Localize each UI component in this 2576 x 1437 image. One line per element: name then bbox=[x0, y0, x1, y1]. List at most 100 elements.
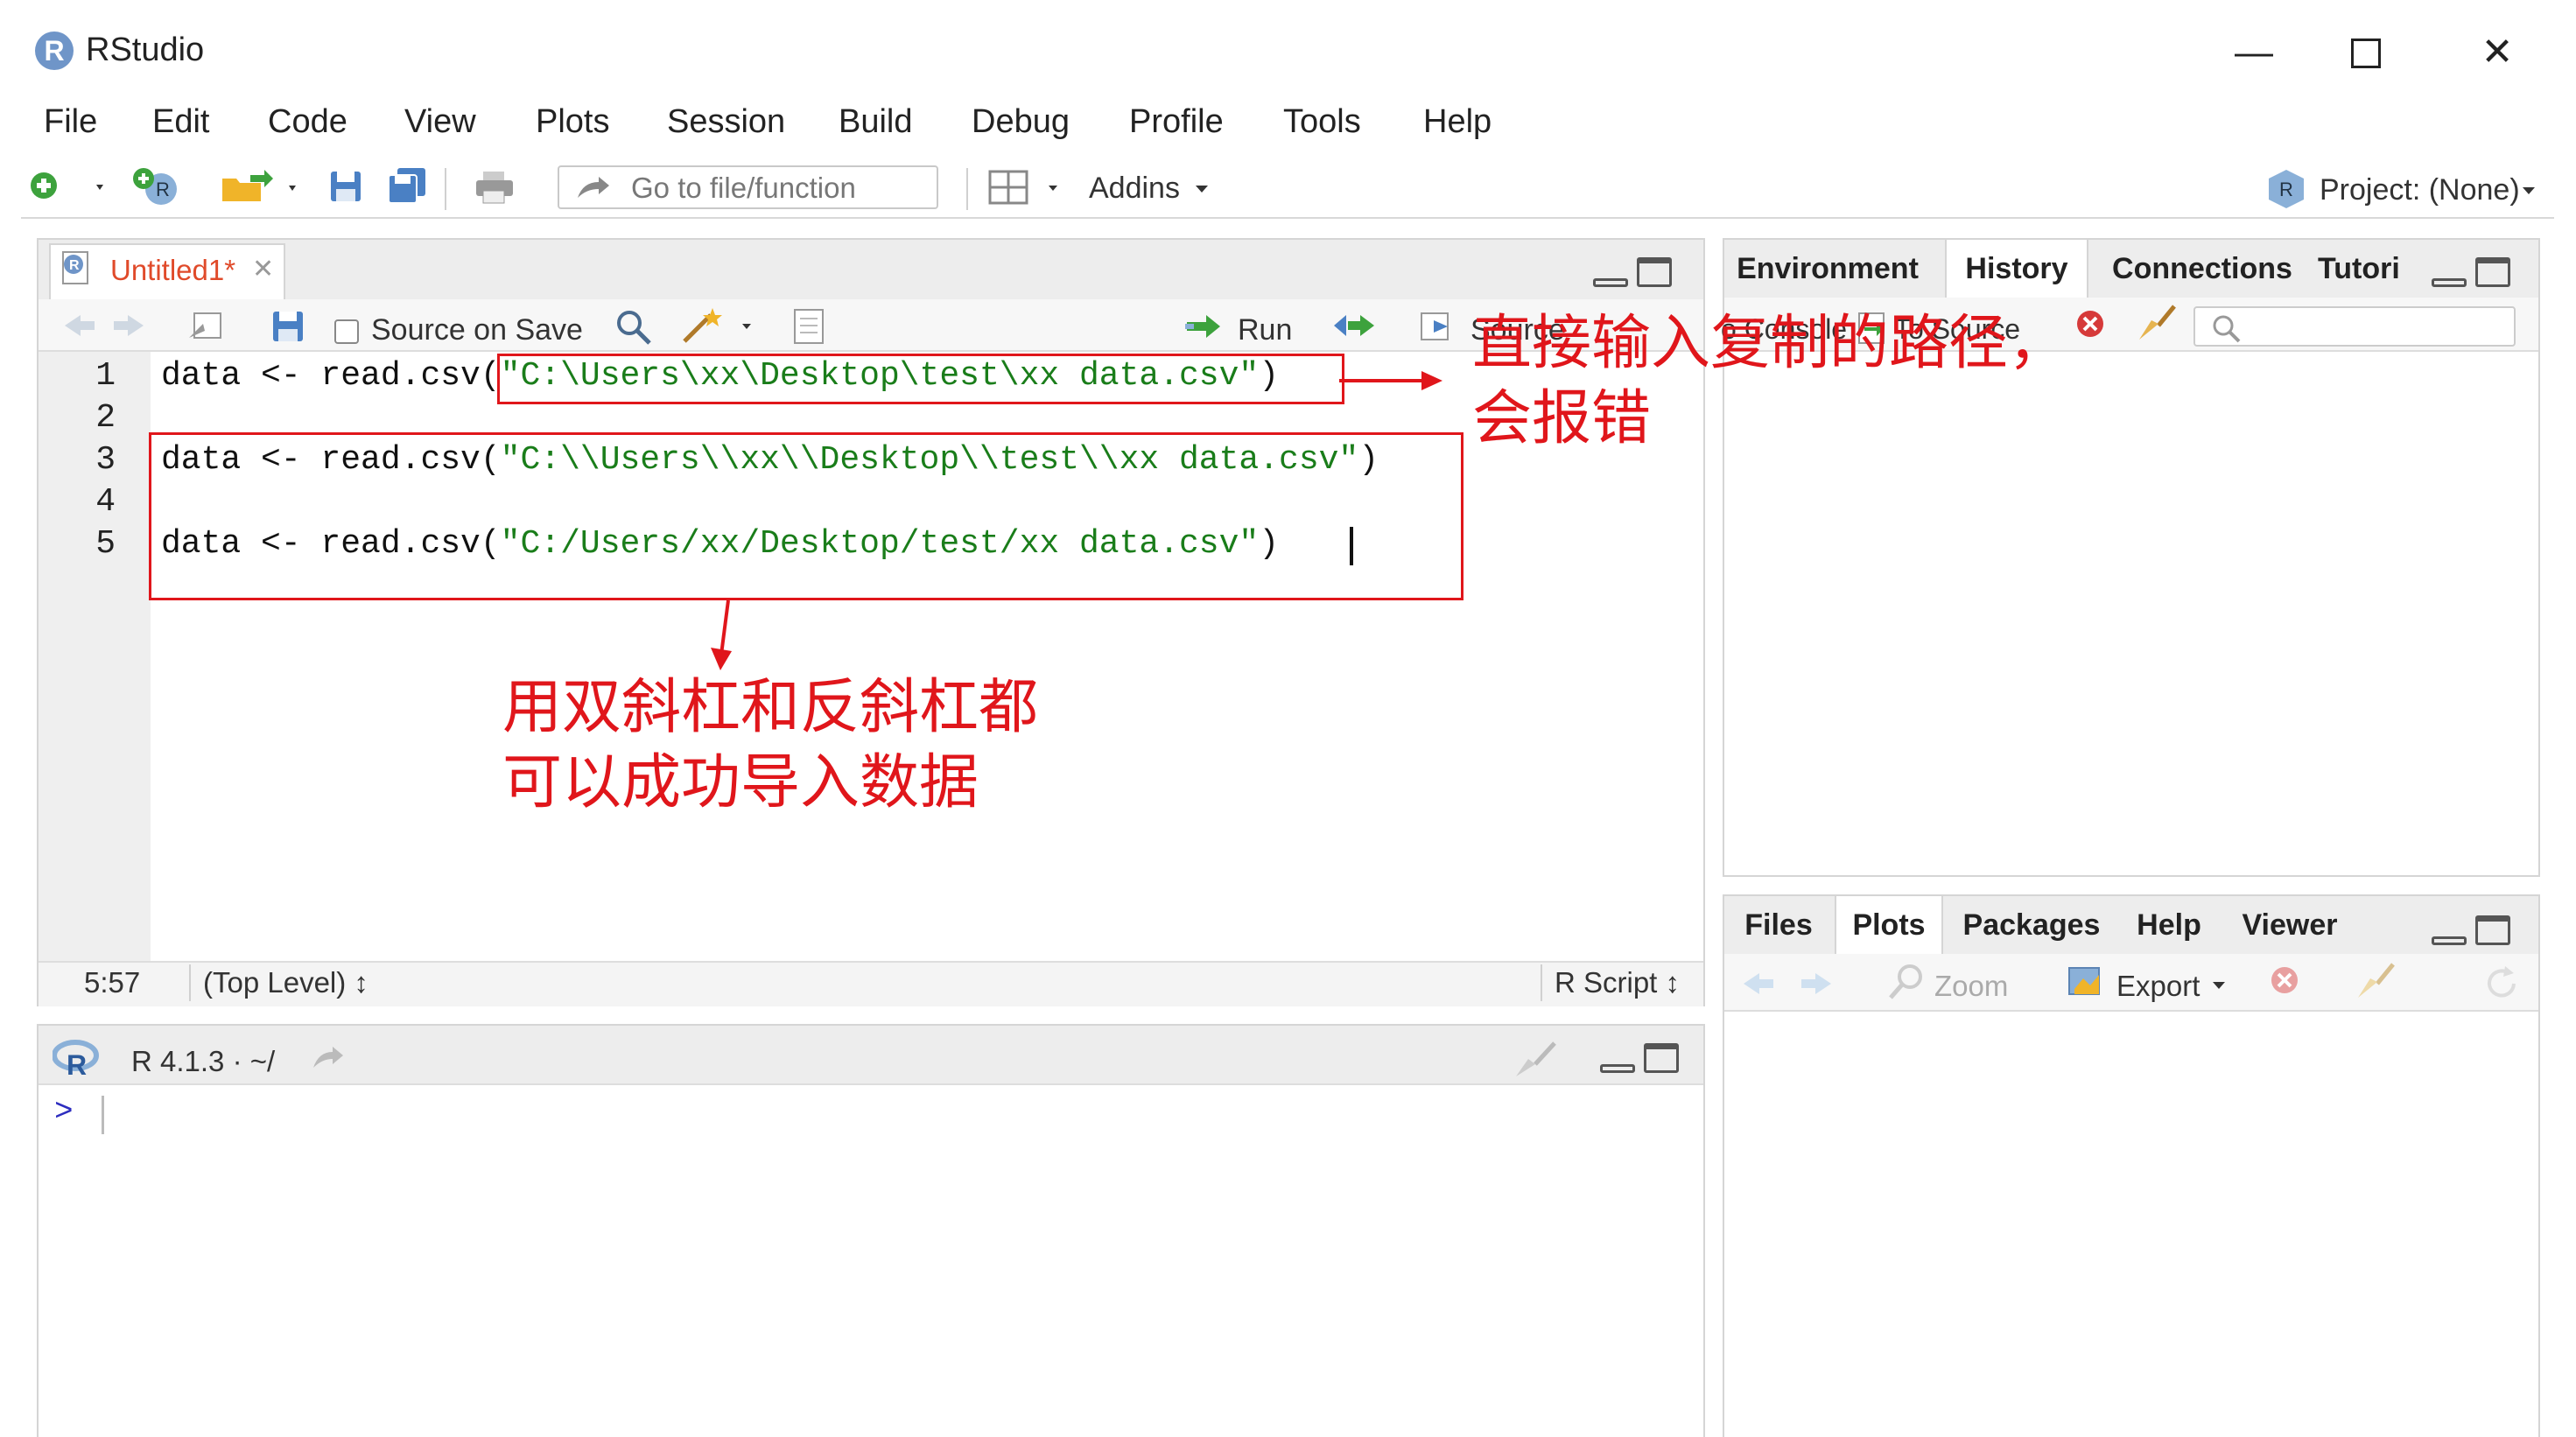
source-script-icon[interactable] bbox=[1418, 310, 1463, 343]
new-project-icon[interactable]: R bbox=[131, 166, 193, 208]
print-icon[interactable] bbox=[473, 168, 516, 207]
save-icon[interactable] bbox=[327, 168, 366, 207]
annotation-success-note: 用双斜杠和反斜杠都 可以成功导入数据 bbox=[502, 673, 1039, 817]
status-separator bbox=[1541, 964, 1542, 1001]
maximize-pane-icon[interactable] bbox=[1637, 257, 1672, 287]
r-version-label: R 4.1.3 · ~/ bbox=[131, 1045, 276, 1077]
chevron-down-icon bbox=[2523, 187, 2535, 194]
console-window-controls[interactable] bbox=[1600, 1043, 1684, 1076]
minimize-window-button[interactable]: — bbox=[2223, 26, 2285, 79]
console-pane bbox=[37, 1024, 1705, 1437]
back-forward-icon[interactable] bbox=[61, 312, 149, 341]
annotation-box-lines3-5 bbox=[149, 432, 1463, 600]
line-number: 1 bbox=[95, 357, 116, 395]
tab-history[interactable]: History bbox=[1945, 240, 2088, 298]
save-all-icon[interactable] bbox=[385, 165, 431, 208]
menu-debug[interactable]: Debug bbox=[972, 103, 1070, 141]
show-in-window-icon[interactable] bbox=[186, 308, 229, 343]
minimize-pane-icon[interactable] bbox=[1593, 278, 1628, 287]
clear-history-broom-icon[interactable] bbox=[2136, 303, 2181, 345]
new-file-icon[interactable] bbox=[26, 170, 105, 205]
tab-environment[interactable]: Environment bbox=[1726, 240, 1929, 298]
project-icon: R bbox=[2269, 170, 2304, 208]
pane-layout-icon[interactable] bbox=[987, 168, 1066, 207]
menu-tools[interactable]: Tools bbox=[1283, 103, 1361, 141]
menu-code[interactable]: Code bbox=[268, 103, 347, 141]
svg-text:R: R bbox=[69, 258, 80, 273]
minimize-pane-icon[interactable] bbox=[2432, 936, 2467, 945]
export-menu[interactable]: Export bbox=[2116, 970, 2200, 1003]
maximize-pane-icon[interactable] bbox=[2475, 257, 2510, 287]
tab-connections[interactable]: Connections bbox=[2101, 240, 2304, 298]
maximize-window-button[interactable] bbox=[2351, 39, 2381, 68]
console-prompt: > bbox=[54, 1094, 74, 1130]
svg-text:R: R bbox=[2279, 179, 2293, 200]
annotation-box-line1 bbox=[497, 354, 1344, 404]
search-icon[interactable] bbox=[614, 308, 653, 347]
menu-plots[interactable]: Plots bbox=[536, 103, 609, 141]
run-icon[interactable] bbox=[1185, 312, 1236, 341]
toolbar-separator bbox=[445, 168, 446, 210]
plot-back-forward-icon[interactable] bbox=[1740, 970, 1836, 998]
r-script-icon: R bbox=[62, 251, 88, 284]
close-window-button[interactable]: ✕ bbox=[2467, 26, 2528, 79]
env-window-controls[interactable] bbox=[2432, 257, 2516, 291]
line-number: 4 bbox=[95, 483, 116, 521]
menu-profile[interactable]: Profile bbox=[1129, 103, 1224, 141]
menu-help[interactable]: Help bbox=[1423, 103, 1492, 141]
menu-session[interactable]: Session bbox=[667, 103, 785, 141]
chevron-down-icon bbox=[1196, 186, 1208, 193]
zoom-button[interactable]: Zoom bbox=[1934, 970, 2008, 1003]
tab-help[interactable]: Help bbox=[2122, 896, 2216, 954]
tab-files[interactable]: Files bbox=[1726, 896, 1831, 954]
refresh-icon[interactable] bbox=[2482, 964, 2521, 1003]
source-on-save-checkbox[interactable] bbox=[334, 319, 359, 344]
save-icon[interactable] bbox=[271, 310, 306, 345]
export-icon[interactable] bbox=[2060, 963, 2102, 1001]
tab-tutorial[interactable]: Tutori bbox=[2318, 240, 2423, 298]
editor-window-controls[interactable] bbox=[1593, 257, 1677, 291]
maximize-pane-icon[interactable] bbox=[1644, 1043, 1679, 1073]
menu-view[interactable]: View bbox=[404, 103, 476, 141]
maximize-pane-icon[interactable] bbox=[2475, 915, 2510, 945]
run-button[interactable]: Run bbox=[1238, 313, 1292, 347]
source-on-save-label: Source on Save bbox=[371, 313, 583, 347]
goto-file-function-input[interactable]: Go to file/function bbox=[558, 165, 938, 209]
editor-tab-strip bbox=[39, 240, 1703, 299]
close-tab-icon[interactable]: ✕ bbox=[252, 254, 274, 284]
clear-console-icon[interactable] bbox=[1511, 1040, 1563, 1080]
zoom-icon[interactable] bbox=[1887, 963, 1927, 1001]
window-title: RStudio bbox=[86, 32, 205, 68]
tab-packages[interactable]: Packages bbox=[1948, 896, 2115, 954]
line-number: 3 bbox=[95, 441, 116, 479]
annotation-error-note: 直接输入复制的路径， 会报错 bbox=[1472, 309, 2068, 453]
annotation-arrow-right bbox=[1339, 371, 1442, 390]
code-tools-wand-icon[interactable] bbox=[679, 305, 758, 347]
addins-menu[interactable]: Addins bbox=[1089, 172, 1180, 206]
code-text: data <- read.csv( bbox=[161, 357, 501, 395]
line-number: 2 bbox=[95, 399, 116, 437]
go-to-directory-icon[interactable] bbox=[310, 1045, 345, 1071]
console-input[interactable] bbox=[102, 1096, 104, 1134]
rerun-icon[interactable] bbox=[1330, 310, 1388, 341]
tab-viewer[interactable]: Viewer bbox=[2225, 896, 2355, 954]
open-file-icon[interactable] bbox=[219, 168, 306, 207]
minimize-pane-icon[interactable] bbox=[1600, 1064, 1635, 1073]
r-logo-icon: R bbox=[53, 1040, 99, 1076]
delete-entry-icon[interactable] bbox=[2074, 308, 2109, 343]
menu-build[interactable]: Build bbox=[839, 103, 913, 141]
remove-plot-icon[interactable] bbox=[2269, 964, 2304, 999]
scope-selector[interactable]: (Top Level) ↕ bbox=[203, 966, 369, 999]
tab-plots[interactable]: Plots bbox=[1835, 896, 1943, 954]
menu-edit[interactable]: Edit bbox=[152, 103, 209, 141]
file-type-selector[interactable]: R Script ↕ bbox=[1555, 966, 1680, 999]
menu-file[interactable]: File bbox=[44, 103, 97, 141]
line-number: 5 bbox=[95, 525, 116, 563]
clear-plots-broom-icon[interactable] bbox=[2355, 961, 2400, 1003]
goto-arrow-icon bbox=[578, 177, 609, 198]
plots-window-controls[interactable] bbox=[2432, 915, 2516, 949]
project-selector[interactable]: Project: (None) bbox=[2320, 173, 2520, 207]
rstudio-logo-icon: R bbox=[35, 32, 74, 70]
minimize-pane-icon[interactable] bbox=[2432, 278, 2467, 287]
compile-report-icon[interactable] bbox=[791, 308, 826, 345]
